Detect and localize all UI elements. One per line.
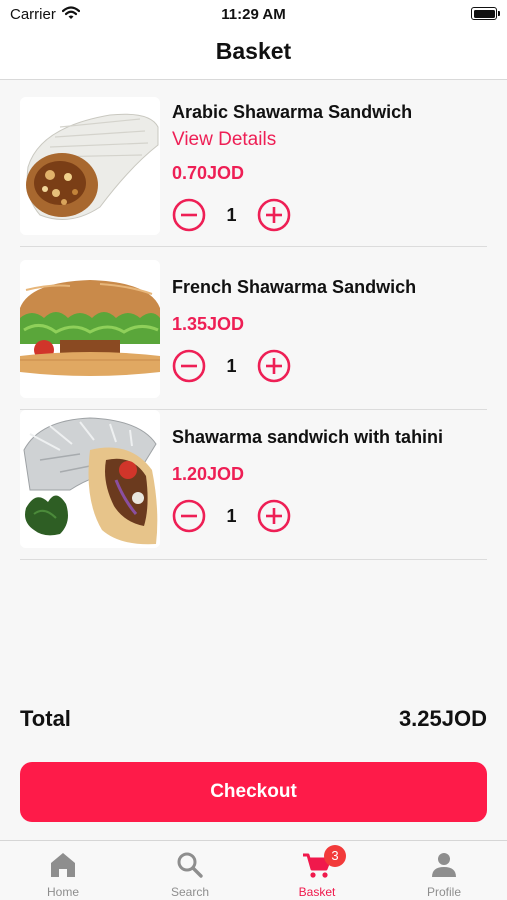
status-time: 11:29 AM (221, 6, 286, 23)
tab-label: Search (170, 885, 210, 899)
item-name: Arabic Shawarma Sandwich (172, 102, 413, 122)
decrease-quantity-button[interactable] (172, 198, 206, 232)
page-title: Basket (215, 38, 292, 64)
basket-item: Shawarma sandwich with tahini 1.20JOD 1 (20, 410, 487, 560)
decrease-quantity-button[interactable] (172, 499, 206, 533)
item-name: Shawarma sandwich with tahini (172, 427, 444, 447)
person-icon (432, 853, 456, 877)
item-image (20, 410, 160, 548)
navigation-bar: Basket (0, 28, 507, 80)
item-image (20, 97, 160, 235)
tab-label: Home (46, 885, 79, 899)
basket-item: French Shawarma Sandwich 1.35JOD 1 (20, 260, 487, 410)
tab-profile[interactable]: Profile (381, 841, 507, 900)
item-name: French Shawarma Sandwich (172, 277, 417, 297)
item-price: 1.35JOD (172, 314, 245, 334)
item-price: 0.70JOD (172, 163, 245, 183)
increase-quantity-button[interactable] (257, 499, 291, 533)
quantity-value: 1 (226, 356, 237, 376)
view-details-link[interactable]: View Details (172, 129, 276, 151)
item-image (20, 260, 160, 398)
tab-bar: Home Search 3 Basket Profile (0, 840, 507, 900)
quantity-value: 1 (226, 506, 237, 526)
tab-label: Profile (426, 885, 461, 899)
checkout-button[interactable]: Checkout (20, 762, 487, 822)
item-price: 1.20JOD (172, 464, 245, 484)
tab-search[interactable]: Search (127, 841, 253, 900)
search-icon (177, 852, 203, 878)
tab-label: Basket (298, 885, 336, 899)
total-value: 3.25JOD (398, 706, 487, 731)
basket-item: Arabic Shawarma Sandwich View Details 0.… (20, 97, 487, 247)
tab-basket[interactable]: 3 Basket (254, 841, 380, 900)
increase-quantity-button[interactable] (257, 198, 291, 232)
quantity-value: 1 (226, 205, 237, 225)
cart-badge: 3 (324, 845, 346, 867)
total-label: Total (20, 706, 71, 731)
battery-icon (471, 7, 500, 20)
increase-quantity-button[interactable] (257, 349, 291, 383)
decrease-quantity-button[interactable] (172, 349, 206, 383)
tab-home[interactable]: Home (0, 841, 126, 900)
status-bar: Carrier 11:29 AM (0, 0, 507, 28)
home-icon (51, 853, 75, 877)
